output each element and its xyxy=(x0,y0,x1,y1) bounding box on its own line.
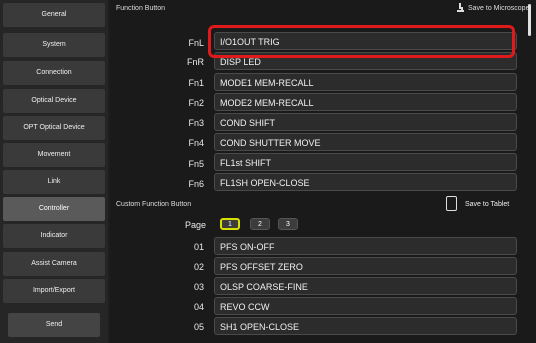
sidebar-item-indicator[interactable]: Indicator xyxy=(3,224,105,248)
sidebar-item-movement[interactable]: Movement xyxy=(3,143,105,167)
sidebar-item-general[interactable]: General xyxy=(3,3,105,27)
custom-assignment-field[interactable]: PFS ON-OFF xyxy=(214,237,517,255)
sidebar-item-link[interactable]: Link xyxy=(3,170,105,194)
page-2-button[interactable]: 2 xyxy=(250,218,270,230)
scrollbar[interactable] xyxy=(528,4,531,36)
fn-assignment-field[interactable]: FL1SH OPEN-CLOSE xyxy=(214,173,517,191)
fn-key-label: Fn1 xyxy=(188,78,204,88)
sidebar-item-import-export[interactable]: Import/Export xyxy=(3,279,105,303)
fn-assignment-field[interactable]: MODE2 MEM-RECALL xyxy=(214,93,517,111)
sidebar-item-assist-camera[interactable]: Assist Camera xyxy=(3,252,105,276)
page-3-button[interactable]: 3 xyxy=(278,218,298,230)
fn-assignment-field[interactable]: COND SHUTTER MOVE xyxy=(214,133,517,151)
save-to-microscope-button[interactable]: Save to Microscope xyxy=(468,5,529,12)
custom-key-label: 03 xyxy=(193,282,204,292)
fn-key-label: Fn6 xyxy=(188,179,204,189)
custom-function-button-title: Custom Function Button xyxy=(116,201,192,208)
page-1-button[interactable]: 1 xyxy=(220,218,240,230)
fn-key-label: Fn4 xyxy=(188,138,204,148)
fn-assignment-field[interactable]: FL1st SHIFT xyxy=(214,153,517,171)
custom-assignment-field[interactable]: SH1 OPEN-CLOSE xyxy=(214,317,517,335)
custom-assignment-field[interactable]: REVO CCW xyxy=(214,297,517,315)
send-button[interactable]: Send xyxy=(8,313,100,337)
fn-key-label: Fn5 xyxy=(188,159,204,169)
fn-key-label: Fn3 xyxy=(188,118,204,128)
custom-assignment-field[interactable]: OLSP COARSE-FINE xyxy=(214,277,517,295)
sidebar-item-system[interactable]: System xyxy=(3,33,105,57)
function-button-title: Function Button xyxy=(116,5,166,12)
sidebar-item-optical-device[interactable]: Optical Device xyxy=(3,89,105,113)
fn-assignment-field[interactable]: COND SHIFT xyxy=(214,113,517,131)
custom-key-label: 02 xyxy=(193,262,204,272)
fn-key-label: FnR xyxy=(186,57,204,67)
highlight-box xyxy=(208,25,515,58)
page-label: Page xyxy=(184,220,206,230)
custom-key-label: 01 xyxy=(193,242,204,252)
microscope-icon xyxy=(457,3,464,12)
custom-key-label: 04 xyxy=(193,302,204,312)
settings-sidebar: General System Connection Optical Device… xyxy=(0,0,108,343)
sidebar-item-opt-optical-device[interactable]: OPT Optical Device xyxy=(3,116,105,140)
sidebar-item-connection[interactable]: Connection xyxy=(3,61,105,85)
custom-key-label: 05 xyxy=(193,322,204,332)
fn-key-label: FnL xyxy=(188,38,204,48)
custom-assignment-field[interactable]: PFS OFFSET ZERO xyxy=(214,257,517,275)
save-to-tablet-button[interactable]: Save to Tablet xyxy=(465,201,509,208)
fn-assignment-field[interactable]: MODE1 MEM-RECALL xyxy=(214,73,517,91)
tablet-icon xyxy=(446,196,457,211)
fn-key-label: Fn2 xyxy=(188,98,204,108)
sidebar-item-controller[interactable]: Controller xyxy=(3,197,105,221)
